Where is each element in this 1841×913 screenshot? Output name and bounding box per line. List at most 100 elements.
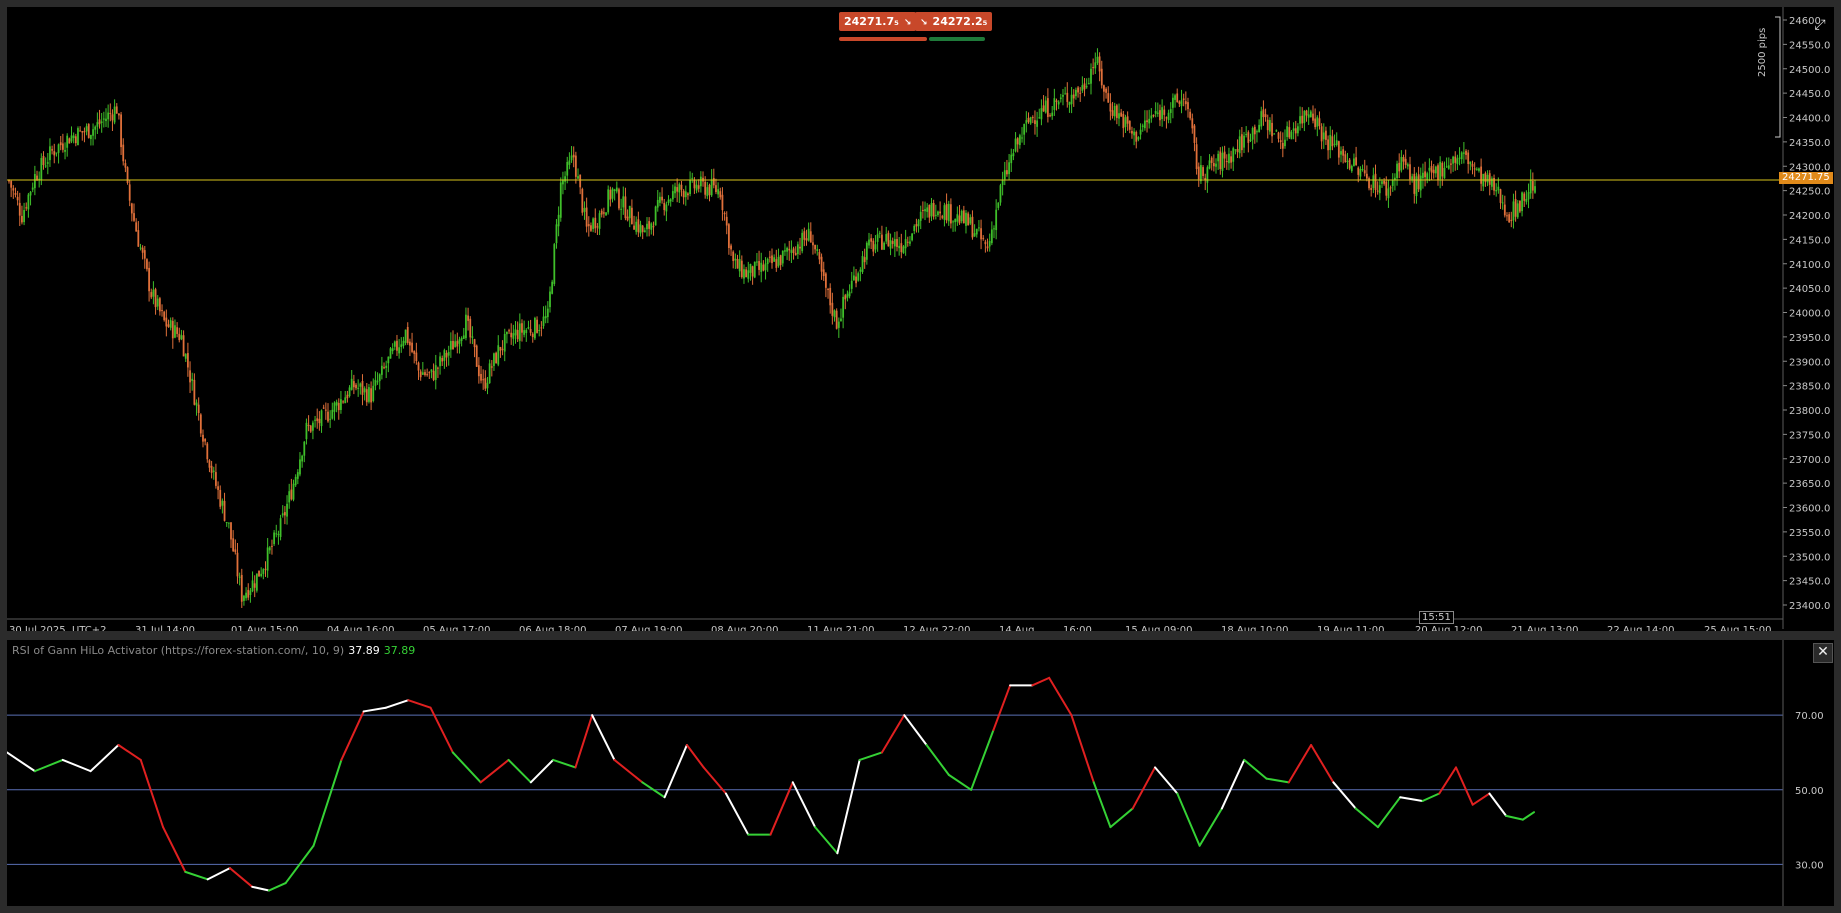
candle-body: [805, 238, 808, 241]
candle-body: [969, 217, 972, 224]
candle-body: [820, 256, 823, 272]
candle-body: [161, 309, 163, 312]
candle-body: [717, 189, 720, 195]
candle-body: [126, 167, 129, 183]
candle-body: [314, 419, 316, 421]
candle-body: [835, 310, 838, 329]
candle-body: [784, 250, 786, 252]
expand-icon[interactable]: ⤢: [1812, 17, 1828, 33]
candle-body: [549, 291, 551, 308]
rsi-segment: [1399, 796, 1424, 802]
candle-body: [546, 308, 549, 318]
candle-body: [568, 160, 571, 165]
candle-body: [1497, 186, 1500, 191]
candle-body: [641, 225, 644, 232]
candle-body: [1221, 152, 1224, 171]
rsi-segment: [970, 729, 995, 791]
candle-body: [283, 512, 286, 516]
indicator-pane[interactable]: 70.00 50.00 30.00 RSI of Gann HiLo Activat…: [7, 640, 1834, 906]
rsi-segment: [1521, 811, 1535, 821]
price-tick-label: 23550.0: [1789, 528, 1830, 539]
sell-arrow-icon: ↘: [903, 18, 912, 28]
candle-body: [542, 316, 545, 327]
candle-body: [898, 245, 901, 249]
candle-body: [355, 384, 357, 389]
candle-body: [1434, 166, 1437, 174]
candle-body: [128, 184, 131, 201]
candle-body: [1040, 108, 1043, 120]
rsi-segment: [33, 758, 64, 773]
candle-body: [105, 118, 107, 122]
candle-body: [1340, 151, 1342, 155]
candle-body: [971, 216, 974, 238]
candle-body: [286, 503, 288, 517]
indicator-canvas[interactable]: 70.00 50.00 30.00: [7, 640, 1834, 906]
candle-body: [1419, 175, 1422, 191]
rsi-segment: [836, 758, 861, 855]
candle-body: [391, 348, 394, 352]
candle-body: [1424, 171, 1426, 178]
candle-body: [150, 292, 153, 298]
candle-body: [372, 385, 375, 402]
rsi-segment: [1505, 814, 1524, 821]
candle-body: [215, 472, 217, 486]
price-tick-label: 24000.0: [1789, 309, 1830, 320]
candle-body: [1029, 117, 1032, 124]
candle-body: [1006, 170, 1008, 175]
bid-quote-button[interactable]: 24271.7₅ ↘: [839, 12, 917, 31]
price-chart-canvas[interactable]: 2460024550.024500.024450.024400.024350.0…: [7, 7, 1834, 631]
candle-body: [1365, 173, 1368, 179]
candle-body: [796, 244, 799, 255]
rsi-segment: [1198, 807, 1223, 847]
candle-body: [1003, 170, 1006, 180]
candle-body: [309, 425, 312, 432]
candle-body: [827, 289, 829, 291]
candle-body: [814, 244, 817, 250]
pane-separator[interactable]: [7, 631, 1834, 640]
ask-quote-button[interactable]: ↘ 24272.2₅: [915, 12, 993, 31]
candle-body: [199, 414, 202, 434]
candle-body: [424, 372, 426, 376]
candle-body: [238, 576, 241, 578]
candle-body: [477, 365, 480, 377]
rsi-segment: [1376, 796, 1402, 829]
candle-body: [919, 211, 922, 221]
candle-body: [1156, 112, 1159, 114]
candle-body: [620, 208, 623, 210]
candle-body: [801, 232, 804, 252]
candle-body: [1514, 198, 1517, 217]
candle-body: [896, 239, 898, 247]
candle-body: [1378, 185, 1381, 194]
candle-body: [87, 124, 90, 138]
candle-body: [1359, 168, 1362, 177]
candle-body: [25, 207, 28, 209]
candle-body: [1432, 169, 1435, 174]
candle-body: [596, 226, 599, 228]
candle-body: [743, 269, 745, 279]
candle-body: [510, 332, 513, 338]
candle-body: [850, 280, 853, 289]
candle-body: [719, 191, 722, 198]
price-tick-label: 24100.0: [1789, 260, 1830, 271]
candle-body: [120, 114, 122, 148]
candle-body: [1499, 189, 1502, 203]
rsi-segment: [479, 758, 510, 784]
candle-body: [1325, 130, 1327, 140]
candle-body: [861, 255, 864, 273]
candle-body: [1053, 98, 1056, 110]
candle-body: [939, 211, 942, 214]
candle-body: [1413, 173, 1416, 194]
candle-body: [572, 154, 575, 158]
candle-body: [139, 247, 142, 249]
candle-body: [385, 365, 388, 368]
close-icon[interactable]: ✕: [1813, 643, 1833, 663]
candle-body: [1411, 176, 1414, 180]
candle-body: [1385, 181, 1388, 196]
candle-body: [1010, 154, 1013, 164]
candle-body: [204, 439, 207, 442]
candle-body: [383, 367, 385, 369]
pips-range-label: 2500 pips: [1757, 27, 1768, 77]
candle-body: [1417, 174, 1420, 190]
candle-body: [812, 242, 814, 246]
price-chart[interactable]: 24600 24550.0 24500.0 24450.0 24400.0 24350.0…: [7, 7, 1834, 631]
